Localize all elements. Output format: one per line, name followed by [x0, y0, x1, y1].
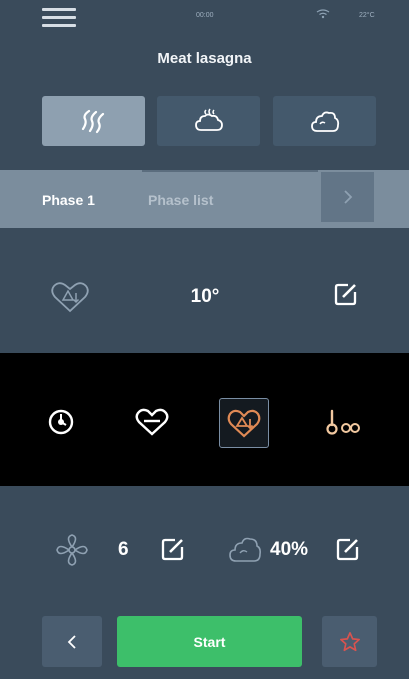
- combi-icon: [194, 108, 223, 131]
- edit-fan-speed-button[interactable]: [160, 536, 186, 562]
- recipe-title: Meat lasagna: [157, 50, 252, 67]
- convection-icon: [81, 109, 104, 134]
- delta-t-icon: [227, 409, 261, 438]
- start-button[interactable]: Start: [117, 616, 302, 667]
- humidity-icon: [226, 533, 262, 567]
- status-temperature: 22°C: [359, 12, 375, 19]
- current-phase-label[interactable]: Phase 1: [42, 192, 95, 208]
- status-bar: 00:00 22°C: [0, 0, 409, 34]
- chevron-left-icon: [67, 634, 76, 649]
- phase-list-underline: [142, 170, 318, 172]
- wifi-icon: [316, 9, 330, 21]
- chevron-right-icon: [343, 190, 352, 204]
- fan-icon: [55, 533, 89, 567]
- back-button[interactable]: [42, 616, 102, 667]
- timer-mode-button[interactable]: [37, 398, 85, 446]
- convection-mode-button[interactable]: [42, 96, 145, 146]
- status-time: 00:00: [196, 12, 214, 19]
- steam-icon: [310, 111, 339, 132]
- timer-icon: [48, 409, 74, 435]
- edit-icon: [161, 538, 184, 561]
- phase-next-button[interactable]: [321, 172, 374, 222]
- edit-humidity-button[interactable]: [335, 536, 361, 562]
- delta-t-mode-button[interactable]: [219, 398, 269, 448]
- phase-list-link[interactable]: Phase list: [148, 192, 213, 208]
- delta-t-probe-icon: [48, 280, 92, 314]
- star-icon: [339, 631, 360, 651]
- delta-temperature-value: 10°: [190, 286, 220, 307]
- combi-mode-button[interactable]: [157, 96, 260, 146]
- edit-temperature-button[interactable]: [333, 281, 359, 307]
- edit-icon: [336, 538, 359, 561]
- multipoint-probe-icon: [326, 409, 360, 435]
- humidity-value: 40%: [270, 539, 309, 560]
- menu-icon[interactable]: [42, 8, 76, 28]
- core-probe-mode-button[interactable]: [128, 398, 176, 446]
- favorite-button[interactable]: [322, 616, 377, 667]
- core-probe-icon: [135, 408, 169, 436]
- multipoint-probe-mode-button[interactable]: [320, 398, 368, 446]
- fan-speed-value: 6: [118, 539, 129, 560]
- steam-mode-button[interactable]: [273, 96, 376, 146]
- edit-icon: [334, 283, 357, 306]
